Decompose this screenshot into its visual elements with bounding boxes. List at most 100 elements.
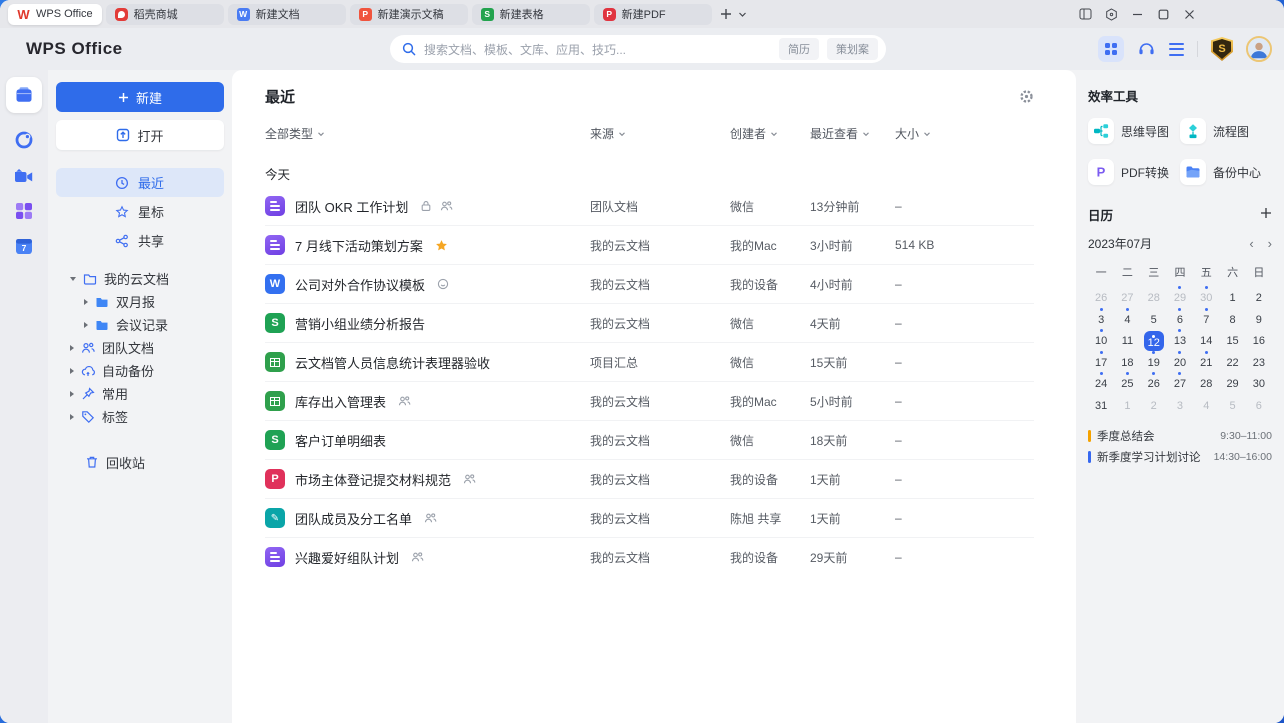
calendar-day[interactable]: 31 — [1088, 394, 1114, 416]
calendar-day[interactable]: 5 — [1141, 308, 1167, 330]
calendar-day[interactable]: 30 — [1193, 286, 1219, 308]
calendar-day-selected[interactable]: 12 — [1141, 329, 1167, 351]
user-avatar[interactable] — [1246, 36, 1272, 62]
file-row[interactable]: 团队 OKR 工作计划 团队文档 微信 13分钟前 – — [265, 187, 1034, 226]
rail-item-cloud-status[interactable] — [14, 130, 34, 150]
file-row[interactable]: 云文档管人员信息统计表理器验收 项目汇总 微信 15天前 – — [265, 343, 1034, 382]
calendar-day[interactable]: 4 — [1193, 394, 1219, 416]
list-settings-button[interactable] — [1019, 89, 1034, 104]
calendar-day[interactable]: 29 — [1219, 372, 1245, 394]
sidebar-item-tags[interactable]: 标签 — [56, 405, 224, 428]
minimize-button[interactable] — [1129, 4, 1146, 24]
tool-backup-center[interactable]: 备份中心 — [1180, 159, 1272, 185]
search-tag[interactable]: 简历 — [779, 38, 819, 60]
filter-1[interactable]: 来源 — [590, 125, 730, 142]
calendar-day[interactable]: 8 — [1219, 308, 1245, 330]
file-row[interactable]: 兴趣爱好组队计划 我的云文档 我的设备 29天前 – — [265, 538, 1034, 576]
tool-pdf-convert[interactable]: P PDF转换 — [1088, 159, 1180, 185]
caret-right-icon[interactable] — [70, 390, 74, 397]
calendar-day[interactable]: 10 — [1088, 329, 1114, 351]
caret-down-icon[interactable] — [70, 276, 76, 281]
calendar-day[interactable]: 6 — [1167, 307, 1193, 330]
file-row[interactable]: 库存出入管理表 我的云文档 我的Mac 5小时前 – — [265, 382, 1034, 421]
tab-new-doc[interactable]: W 新建文档 — [227, 3, 346, 25]
labs-button[interactable] — [1103, 4, 1120, 24]
file-row[interactable]: S 营销小组业绩分析报告 我的云文档 微信 4天前 – — [265, 304, 1034, 343]
calendar-day[interactable]: 24 — [1088, 372, 1114, 394]
calendar-day[interactable]: 14 — [1193, 329, 1219, 351]
calendar-prev-button[interactable]: ‹ — [1249, 237, 1253, 250]
sidebar-item-starred[interactable]: 星标 — [56, 197, 224, 226]
calendar-day[interactable]: 17 — [1088, 350, 1114, 373]
calendar-day[interactable]: 26 — [1141, 372, 1167, 394]
support-button[interactable] — [1137, 40, 1156, 58]
caret-right-icon[interactable] — [70, 413, 74, 420]
calendar-day[interactable]: 1 — [1219, 286, 1245, 308]
rail-item-calendar[interactable]: 7 — [15, 237, 33, 255]
caret-right-icon[interactable] — [70, 344, 74, 351]
close-button[interactable] — [1181, 4, 1198, 24]
apps-grid-button[interactable] — [1098, 36, 1124, 62]
search-input[interactable]: 搜索文档、模板、文库、应用、技巧... 简历 策划案 — [390, 35, 886, 63]
file-row[interactable]: ✎ 团队成员及分工名单 我的云文档 陈旭 共享 1天前 – — [265, 499, 1034, 538]
main-menu-button[interactable] — [1169, 42, 1184, 56]
calendar-day[interactable]: 26 — [1088, 286, 1114, 308]
calendar-day[interactable]: 16 — [1246, 329, 1272, 351]
sidebar-item-my-cloud-docs[interactable]: 我的云文档 — [56, 267, 224, 290]
calendar-day[interactable]: 28 — [1193, 372, 1219, 394]
calendar-day[interactable]: 13 — [1167, 329, 1193, 351]
calendar-day[interactable]: 9 — [1246, 308, 1272, 330]
calendar-day[interactable]: 23 — [1246, 351, 1272, 373]
calendar-day[interactable]: 4 — [1114, 307, 1140, 330]
calendar-day[interactable]: 3 — [1167, 394, 1193, 416]
svip-badge-icon[interactable]: S — [1211, 37, 1233, 61]
new-document-button[interactable]: 新建 — [56, 82, 224, 112]
filter-2[interactable]: 创建者 — [730, 125, 810, 142]
search-tag[interactable]: 策划案 — [827, 38, 878, 60]
calendar-day[interactable]: 11 — [1114, 329, 1140, 351]
calendar-day[interactable]: 21 — [1193, 350, 1219, 373]
tab-new-ppt[interactable]: P 新建演示文稿 — [349, 3, 468, 25]
sidebar-item-meeting-notes[interactable]: 会议记录 — [56, 313, 224, 336]
calendar-day[interactable]: 25 — [1114, 372, 1140, 394]
new-tab-button[interactable] — [718, 6, 734, 22]
file-row[interactable]: W 公司对外合作协议模板 我的云文档 我的设备 4小时前 – — [265, 265, 1034, 304]
calendar-day[interactable]: 20 — [1167, 350, 1193, 373]
calendar-day[interactable]: 3 — [1088, 307, 1114, 330]
file-row[interactable]: 7 月线下活动策划方案 我的云文档 我的Mac 3小时前 514 KB — [265, 226, 1034, 265]
calendar-day[interactable]: 27 — [1167, 372, 1193, 394]
calendar-next-button[interactable]: › — [1268, 237, 1272, 250]
calendar-day[interactable]: 18 — [1114, 351, 1140, 373]
sidebar-item-recent[interactable]: 最近 — [56, 168, 224, 197]
calendar-day[interactable]: 5 — [1219, 394, 1245, 416]
sidebar-item-shared[interactable]: 共享 — [56, 226, 224, 255]
open-file-button[interactable]: 打开 — [56, 120, 224, 150]
rail-item-apps[interactable] — [15, 202, 33, 220]
tool-flowchart[interactable]: 流程图 — [1180, 118, 1272, 144]
tab-docer[interactable]: 稻壳商城 — [105, 3, 224, 25]
caret-right-icon[interactable] — [70, 367, 74, 374]
filter-3[interactable]: 最近查看 — [810, 125, 895, 142]
add-event-button[interactable] — [1260, 207, 1272, 223]
caret-right-icon[interactable] — [84, 298, 88, 305]
file-row[interactable]: S 客户订单明细表 我的云文档 微信 18天前 – — [265, 421, 1034, 460]
filter-4[interactable]: 大小 — [895, 125, 1034, 142]
sidebar-item-team-docs[interactable]: 团队文档 — [56, 336, 224, 359]
filter-0[interactable]: 全部类型 — [265, 125, 590, 142]
tab-list-dropdown-button[interactable] — [736, 8, 749, 21]
calendar-event[interactable]: 新季度学习计划讨论 14:30–16:00 — [1088, 446, 1272, 467]
tool-mindmap[interactable]: 思维导图 — [1088, 118, 1180, 144]
split-view-button[interactable] — [1077, 4, 1094, 24]
tab-new-sheet[interactable]: S 新建表格 — [471, 3, 590, 25]
sidebar-item-bimonthly-report[interactable]: 双月报 — [56, 290, 224, 313]
calendar-day[interactable]: 22 — [1219, 351, 1245, 373]
tab-home[interactable]: W WPS Office — [8, 3, 102, 25]
calendar-day[interactable]: 15 — [1219, 329, 1245, 351]
calendar-day[interactable]: 29 — [1167, 286, 1193, 308]
calendar-day[interactable]: 7 — [1193, 307, 1219, 330]
calendar-day[interactable]: 1 — [1114, 394, 1140, 416]
maximize-button[interactable] — [1155, 4, 1172, 24]
calendar-day[interactable]: 6 — [1246, 394, 1272, 416]
calendar-day[interactable]: 2 — [1246, 286, 1272, 308]
rail-item-documents[interactable] — [6, 77, 42, 113]
